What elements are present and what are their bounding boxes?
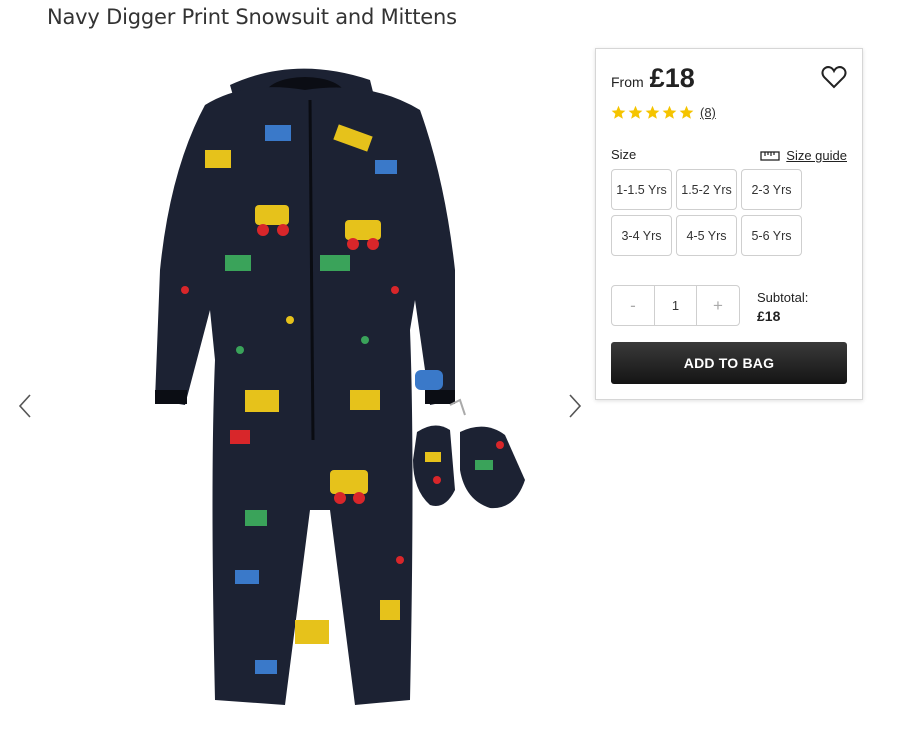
increase-quantity-button[interactable]: + [697, 286, 739, 325]
star-icon [645, 105, 660, 119]
star-icon [679, 105, 694, 119]
quantity-value[interactable]: 1 [654, 286, 697, 325]
size-option-3-4-yrs[interactable]: 3-4 Yrs [611, 215, 672, 256]
chevron-left-icon[interactable] [14, 392, 38, 420]
purchase-panel: From £18 (8) Size Size guide 1-1.5 Yrs 1… [595, 48, 863, 400]
price: £18 [649, 63, 695, 93]
from-label: From [611, 74, 644, 90]
star-icon [611, 105, 626, 119]
snowsuit-and-mittens-image [155, 68, 525, 706]
ruler-icon [760, 150, 780, 161]
add-to-bag-button[interactable]: ADD TO BAG [611, 342, 847, 384]
size-option-4-5-yrs[interactable]: 4-5 Yrs [676, 215, 737, 256]
size-label: Size [611, 147, 637, 162]
subtotal-value: £18 [757, 308, 781, 324]
size-option-2-3-yrs[interactable]: 2-3 Yrs [741, 169, 802, 210]
chevron-right-icon[interactable] [562, 392, 586, 420]
size-option-1-1-5-yrs[interactable]: 1-1.5 Yrs [611, 169, 672, 210]
star-icon [662, 105, 677, 119]
size-guide-label: Size guide [786, 148, 847, 163]
rating: (8) [611, 105, 716, 120]
review-count-link[interactable]: (8) [700, 105, 716, 120]
star-icon [628, 105, 643, 119]
size-option-1-5-2-yrs[interactable]: 1.5-2 Yrs [676, 169, 737, 210]
size-option-5-6-yrs[interactable]: 5-6 Yrs [741, 215, 802, 256]
subtotal: Subtotal: £18 [757, 289, 808, 325]
decrease-quantity-button[interactable]: - [612, 286, 654, 325]
subtotal-label: Subtotal: [757, 290, 809, 305]
product-title: Navy Digger Print Snowsuit and Mittens [47, 5, 457, 29]
heart-icon[interactable] [820, 63, 848, 91]
size-options: 1-1.5 Yrs 1.5-2 Yrs 2-3 Yrs 3-4 Yrs 4-5 … [611, 169, 802, 256]
size-guide-link[interactable]: Size guide [760, 148, 847, 163]
price-row: From £18 [611, 63, 695, 94]
quantity-stepper: - 1 + [611, 285, 740, 326]
